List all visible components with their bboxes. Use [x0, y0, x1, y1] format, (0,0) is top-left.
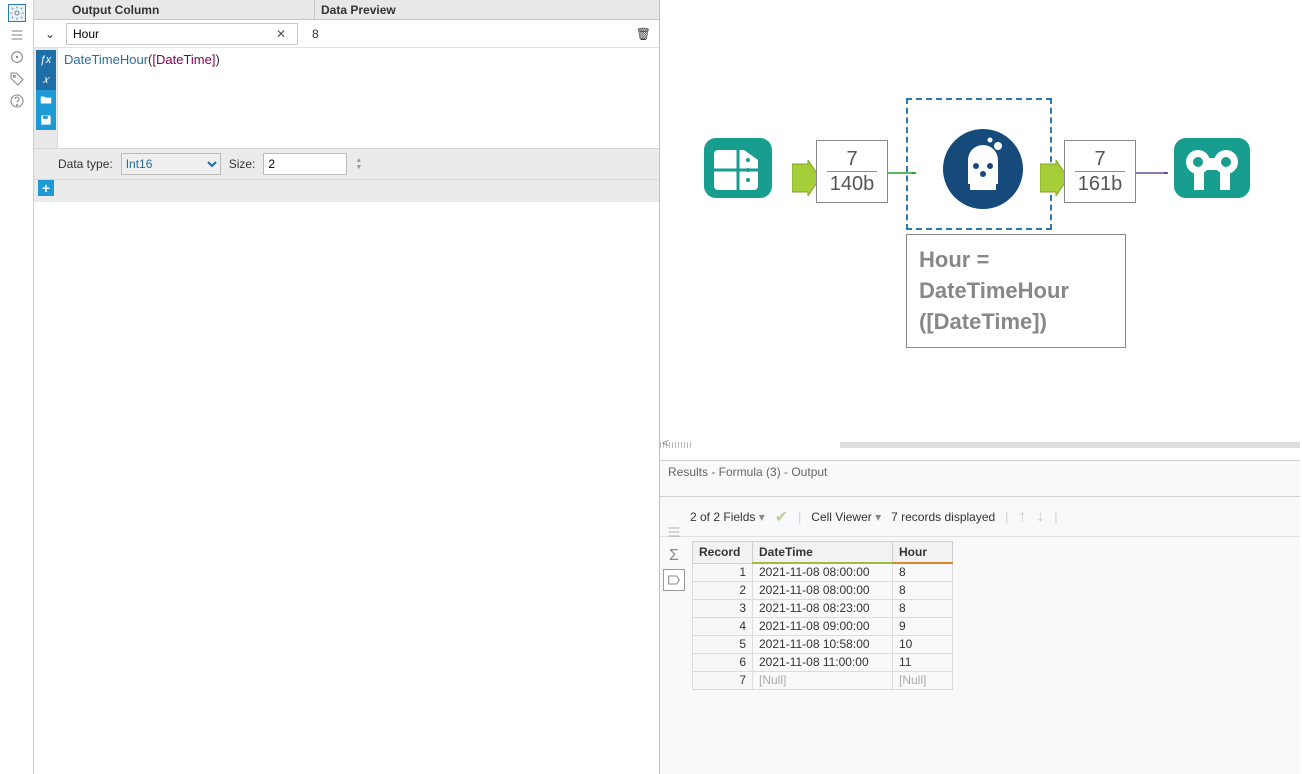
datatype-row: Data type: Int16 Size: ▲▼	[34, 148, 659, 180]
formula-config-panel: Output Column Data Preview ⌄ ✕ 8 🗑 ƒx 𝑥 …	[34, 0, 660, 774]
data-preview-value: 8	[312, 27, 636, 41]
connection-info-1[interactable]: 7 140b	[816, 140, 888, 203]
table-row[interactable]: 42021-11-08 09:00:009	[693, 617, 953, 635]
expand-chevron-icon[interactable]: ⌄	[34, 27, 66, 41]
workflow-canvas[interactable]: 7 140b 7 161b Hour = Date	[660, 0, 1300, 444]
left-toolstrip	[0, 0, 34, 774]
add-row: +	[34, 180, 659, 202]
results-table[interactable]: Record DateTime Hour 12021-11-08 08:00:0…	[692, 541, 953, 690]
data-view-icon[interactable]	[663, 569, 685, 591]
size-label: Size:	[229, 157, 256, 171]
connector-line	[1136, 172, 1168, 174]
table-row[interactable]: 52021-11-08 10:58:0010	[693, 635, 953, 653]
cell-datetime: 2021-11-08 09:00:00	[753, 617, 893, 635]
results-toolbar: 2 of 2 Fields ▾ ✔ | Cell Viewer ▾ 7 reco…	[660, 497, 1300, 537]
cell-record: 4	[693, 617, 753, 635]
add-expression-button[interactable]: +	[38, 180, 54, 196]
cell-record: 6	[693, 653, 753, 671]
gear-icon[interactable]	[8, 4, 26, 22]
formula-fn: DateTimeHour	[64, 52, 148, 67]
cell-datetime: 2021-11-08 10:58:00	[753, 635, 893, 653]
cell-datetime: 2021-11-08 08:00:00	[753, 563, 893, 581]
delete-row-icon[interactable]: 🗑	[636, 27, 651, 41]
datatype-select[interactable]: Int16	[121, 153, 221, 175]
connection-info-2[interactable]: 7 161b	[1064, 140, 1136, 203]
table-row[interactable]: 62021-11-08 11:00:0011	[693, 653, 953, 671]
cell-record: 1	[693, 563, 753, 581]
cell-viewer-dropdown[interactable]: Cell Viewer ▾	[811, 510, 881, 524]
cell-record: 7	[693, 671, 753, 689]
col-record[interactable]: Record	[693, 542, 753, 564]
clear-name-icon[interactable]: ✕	[276, 27, 292, 41]
messages-icon[interactable]	[663, 521, 685, 543]
sigma-icon[interactable]: Σ	[663, 545, 685, 567]
browse-tool[interactable]	[1170, 128, 1254, 211]
formula-tool[interactable]	[940, 126, 1026, 215]
formula-toolbar: ƒx 𝑥	[34, 48, 58, 148]
cell-record: 2	[693, 581, 753, 599]
tag-icon[interactable]	[8, 70, 26, 88]
output-column-name-input[interactable]	[66, 23, 298, 45]
output-row: ⌄ ✕ 8 🗑	[34, 20, 659, 48]
help-icon[interactable]	[8, 92, 26, 110]
apply-check-icon[interactable]: ✔	[775, 507, 788, 527]
size-spinner[interactable]: ▲▼	[355, 157, 362, 171]
cell-hour: 9	[893, 617, 953, 635]
cell-hour: [Null]	[893, 671, 953, 689]
formula-text[interactable]: DateTimeHour([DateTime])	[58, 48, 659, 148]
col-hour[interactable]: Hour	[893, 542, 953, 564]
cell-datetime: 2021-11-08 08:00:00	[753, 581, 893, 599]
cell-hour: 8	[893, 599, 953, 617]
size-input[interactable]	[263, 153, 347, 175]
cell-hour: 11	[893, 653, 953, 671]
target-icon[interactable]	[8, 48, 26, 66]
cell-record: 5	[693, 635, 753, 653]
header-data-preview: Data Preview	[314, 0, 659, 19]
table-row[interactable]: 22021-11-08 08:00:008	[693, 581, 953, 599]
save-icon[interactable]	[36, 110, 56, 130]
fields-dropdown[interactable]: 2 of 2 Fields ▾	[690, 510, 765, 524]
cell-hour: 8	[893, 581, 953, 599]
table-row[interactable]: 7[Null][Null]	[693, 671, 953, 689]
config-header: Output Column Data Preview	[34, 0, 659, 20]
input-data-tool[interactable]	[698, 128, 778, 211]
results-title: Results - Formula (3) - Output	[660, 461, 1300, 491]
fx-button[interactable]: ƒx	[36, 50, 56, 70]
col-datetime[interactable]: DateTime	[753, 542, 893, 564]
formula-field: [DateTime]	[152, 52, 215, 67]
datatype-label: Data type:	[58, 157, 113, 171]
table-row[interactable]: 32021-11-08 08:23:008	[693, 599, 953, 617]
results-panel: Results - Formula (3) - Output 2 of 2 Fi…	[660, 460, 1300, 774]
formula-editor: ƒx 𝑥 DateTimeHour([DateTime])	[34, 48, 659, 148]
cell-hour: 8	[893, 563, 953, 581]
horizontal-splitter[interactable]: <	[660, 438, 1300, 448]
cell-datetime: 2021-11-08 08:23:00	[753, 599, 893, 617]
cell-datetime: [Null]	[753, 671, 893, 689]
cell-datetime: 2021-11-08 11:00:00	[753, 653, 893, 671]
results-side-icons: Σ	[660, 521, 688, 591]
header-output-column: Output Column	[66, 0, 314, 19]
table-row[interactable]: 12021-11-08 08:00:008	[693, 563, 953, 581]
cell-record: 3	[693, 599, 753, 617]
x-var-button[interactable]: 𝑥	[36, 70, 56, 90]
records-displayed: 7 records displayed	[891, 510, 995, 524]
list-icon[interactable]	[8, 26, 26, 44]
tool-annotation[interactable]: Hour = DateTimeHour ([DateTime])	[906, 234, 1126, 348]
move-down-icon[interactable]: ↓	[1036, 508, 1044, 526]
move-up-icon[interactable]: ↑	[1018, 508, 1026, 526]
cell-hour: 10	[893, 635, 953, 653]
folder-open-icon[interactable]	[36, 90, 56, 110]
